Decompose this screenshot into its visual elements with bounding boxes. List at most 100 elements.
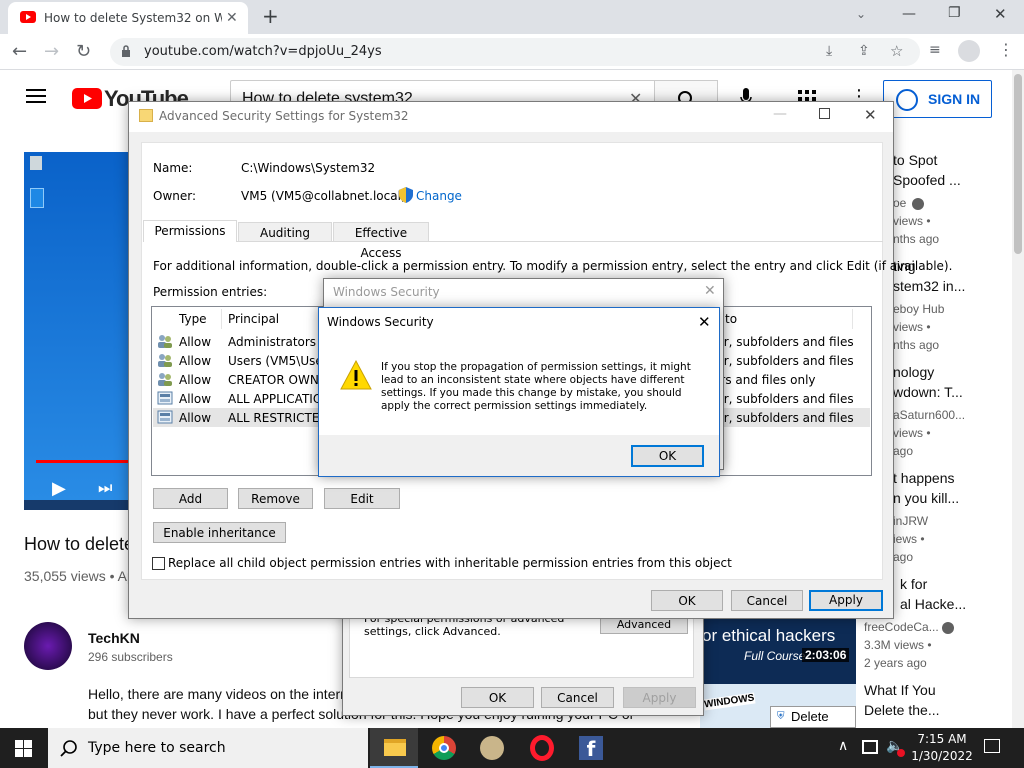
replace-child-label[interactable]: Replace all child object permission entr… [168, 556, 732, 570]
rec-views: 3.3M views • [864, 638, 932, 652]
forward-icon[interactable]: → [44, 41, 59, 62]
show-hidden-icons-icon[interactable]: ∧ [838, 738, 848, 754]
back-window-close-icon[interactable]: ✕ [704, 283, 716, 299]
chrome-menu-icon[interactable]: ⋮ [998, 40, 1014, 59]
alert-close-icon[interactable]: ✕ [698, 313, 711, 331]
minimize-icon[interactable]: — [773, 106, 787, 122]
rec-title-line[interactable]: to Spot [893, 152, 937, 168]
opera-taskbar-icon[interactable] [530, 735, 554, 761]
rec-title-line[interactable]: stem32 in... [893, 278, 965, 294]
rec-thumbnail[interactable]: or ethical hackers Full Course 2:03:06 [700, 614, 856, 684]
play-icon[interactable]: ▶ [52, 478, 66, 499]
uac-shield-icon [399, 187, 413, 203]
close-window-icon[interactable]: ✕ [994, 5, 1007, 23]
tab-close-icon[interactable]: ✕ [226, 10, 238, 26]
rec-title-line[interactable]: al Hacke... [900, 596, 966, 612]
remove-button[interactable]: Remove [238, 488, 313, 509]
permission-entries-label: Permission entries: [153, 285, 268, 299]
properties-apply-button[interactable]: Apply [623, 687, 696, 708]
add-button[interactable]: Add [153, 488, 228, 509]
adv-apply-button[interactable]: Apply [809, 590, 883, 611]
rec-title-line[interactable]: k for [900, 576, 927, 592]
rec-title-line[interactable]: Spoofed ... [893, 172, 961, 188]
tab-search-icon[interactable]: ⌄ [856, 7, 866, 21]
url-text[interactable]: youtube.com/watch?v=dpjoUu_24ys [144, 44, 382, 59]
tab-auditing[interactable]: Auditing [238, 222, 332, 242]
column-header-applies-to[interactable]: to [725, 312, 737, 326]
page-scrollbar[interactable] [1012, 70, 1024, 728]
new-tab-icon[interactable]: + [262, 4, 279, 28]
row-type: Allow [179, 354, 212, 368]
adv-ok-button[interactable]: OK [651, 590, 723, 611]
media-queue-icon[interactable]: ≡ [929, 42, 941, 58]
install-icon[interactable]: ⤓ [826, 43, 832, 59]
column-header-principal[interactable]: Principal [228, 312, 279, 326]
change-owner-link[interactable]: Change [416, 189, 462, 203]
user-group-icon [157, 372, 173, 386]
rec-title-line[interactable]: nology [893, 364, 934, 380]
alert-message: If you stop the propagation of permissio… [381, 361, 691, 412]
rec-title-line[interactable]: What If You [864, 682, 936, 698]
column-header-type[interactable]: Type [179, 312, 207, 326]
minimize-icon[interactable]: — [902, 6, 916, 22]
column-divider[interactable] [221, 309, 222, 329]
rec-title-line[interactable]: t happens [893, 470, 955, 486]
youtube-logo-icon[interactable] [72, 88, 102, 109]
tab-effective-access[interactable]: Effective Access [333, 222, 429, 260]
rec-age: nths ago [893, 338, 940, 352]
network-icon[interactable] [862, 740, 878, 754]
reload-icon[interactable]: ↻ [76, 41, 91, 62]
shield-icon: ⛨ [777, 711, 785, 722]
alert-title: Windows Security [327, 315, 434, 329]
lock-icon[interactable] [121, 45, 131, 57]
sign-in-button[interactable]: SIGN IN [883, 80, 992, 118]
user-group-icon [157, 353, 173, 367]
hamburger-menu-icon[interactable] [26, 88, 46, 104]
rec-title-line[interactable]: wdown: T... [893, 384, 963, 400]
enable-inheritance-button[interactable]: Enable inheritance [153, 522, 286, 543]
action-center-icon[interactable] [984, 739, 1000, 753]
owner-label: Owner: [153, 189, 197, 203]
maximize-icon[interactable] [819, 108, 830, 119]
subscriber-count: 296 subscribers [88, 650, 173, 664]
scrollbar-thumb[interactable] [1014, 74, 1022, 254]
paint-taskbar-icon[interactable] [480, 736, 504, 760]
permissions-info: For additional information, double-click… [153, 259, 953, 273]
channel-avatar[interactable] [24, 622, 72, 670]
tab-permissions[interactable]: Permissions [143, 220, 237, 242]
edit-button[interactable]: Edit [324, 488, 400, 509]
rec-age: 2 years ago [864, 656, 927, 670]
windows-security-alert: Windows Security ✕ If you stop the propa… [318, 307, 720, 477]
replace-child-checkbox[interactable] [152, 557, 165, 570]
restore-icon[interactable]: ❐ [948, 5, 961, 21]
row-type: Allow [179, 392, 212, 406]
windows-start-icon[interactable] [15, 740, 32, 757]
rec-title-line[interactable]: n you kill... [893, 490, 959, 506]
rec-thumbnail[interactable]: WINDOWS ⛨ Delete [700, 684, 856, 728]
channel-name[interactable]: TechKN [88, 630, 140, 646]
column-divider[interactable] [852, 309, 853, 329]
taskbar-time[interactable]: 7:15 AM [916, 732, 968, 746]
properties-cancel-button[interactable]: Cancel [541, 687, 614, 708]
share-icon[interactable]: ⇪ [858, 43, 870, 59]
row-applies-to: ers and files only [713, 373, 816, 387]
next-video-icon[interactable]: ⏭ [98, 478, 112, 498]
rec-age: ago [893, 550, 914, 564]
taskbar-search-box[interactable]: Type here to search [48, 728, 368, 768]
taskbar-file-explorer[interactable] [370, 728, 418, 768]
folder-icon [139, 109, 153, 122]
browser-tab[interactable]: How to delete System32 on Win ✕ [8, 2, 248, 34]
user-group-icon [157, 334, 173, 348]
bookmark-star-icon[interactable]: ☆ [890, 42, 903, 60]
taskbar-date[interactable]: 1/30/2022 [910, 749, 974, 763]
dialog-close-icon[interactable]: ✕ [864, 106, 877, 124]
rec-title-line[interactable]: Delete the... [864, 702, 940, 718]
video-progress-bar[interactable] [36, 460, 128, 463]
properties-ok-button[interactable]: OK [461, 687, 534, 708]
back-icon[interactable]: ← [12, 41, 27, 62]
profile-avatar-icon[interactable] [958, 40, 980, 62]
alert-ok-button[interactable]: OK [631, 445, 704, 467]
chrome-taskbar-icon[interactable] [432, 736, 456, 760]
facebook-taskbar-icon[interactable]: f [579, 736, 603, 761]
adv-cancel-button[interactable]: Cancel [731, 590, 803, 611]
